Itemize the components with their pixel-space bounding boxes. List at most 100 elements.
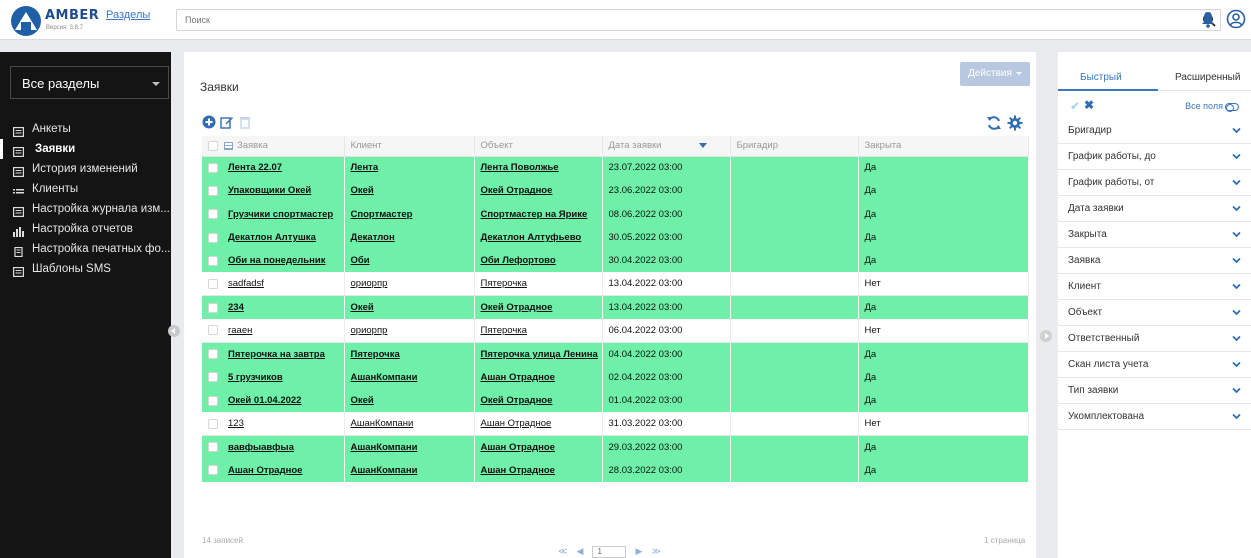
chevron-down-icon[interactable] — [1232, 361, 1241, 368]
cell-client[interactable]: Лента — [344, 156, 475, 180]
cell-object[interactable]: Окей Отрадное — [474, 388, 603, 413]
clear-filter-icon[interactable]: ✖ — [1084, 98, 1094, 112]
filter-field[interactable]: Клиент — [1058, 274, 1251, 300]
cell-client[interactable]: ориорпр — [344, 319, 475, 343]
first-page-icon[interactable]: ≪ — [558, 546, 567, 557]
object-link[interactable]: Лента Поволжье — [481, 162, 559, 173]
cell-client[interactable]: АшанКомпани — [344, 365, 475, 389]
cell-object[interactable]: Спортмастер на Ярике — [474, 202, 603, 226]
cell-request[interactable]: 234 — [202, 295, 345, 320]
cell-request[interactable]: Оби на понедельник — [202, 249, 345, 273]
cell-client[interactable]: ориорпр — [344, 272, 475, 297]
row-checkbox[interactable] — [208, 255, 218, 266]
delete-icon[interactable] — [238, 115, 252, 129]
sections-link[interactable]: Разделы — [106, 9, 150, 21]
request-link[interactable]: sadfadsf — [228, 278, 264, 289]
client-link[interactable]: Лента — [351, 162, 379, 173]
table-row[interactable]: вавфыавфыа АшанКомпани Ашан Отрадное 29.03.… — [202, 435, 1029, 459]
cell-client[interactable]: Пятерочка — [344, 342, 475, 366]
filter-field[interactable]: Закрыта — [1058, 222, 1251, 248]
cell-object[interactable]: Пятерочка — [474, 319, 603, 343]
filter-field[interactable]: Ответственный — [1058, 326, 1251, 352]
filter-field[interactable]: Объект — [1058, 300, 1251, 326]
cell-object[interactable]: Декатлон Алтуфьево — [474, 225, 603, 250]
cell-client[interactable]: Окей — [344, 388, 475, 413]
object-link[interactable]: Пятерочка — [481, 325, 527, 336]
filter-field[interactable]: Тип заявки — [1058, 378, 1251, 404]
request-link[interactable]: Упаковщики Окей — [228, 185, 311, 196]
page-number-input[interactable]: 1 — [592, 546, 627, 558]
row-checkbox[interactable] — [208, 232, 218, 243]
object-link[interactable]: Ашан Отрадное — [481, 442, 555, 453]
column-header-request[interactable]: Заявка — [202, 136, 345, 157]
request-link[interactable]: 234 — [228, 302, 244, 313]
cell-client[interactable]: Спортмастер — [344, 202, 475, 226]
collapse-sidebar-button[interactable] — [168, 325, 180, 337]
actions-button[interactable]: Действия — [960, 62, 1030, 86]
sidebar-item[interactable]: История изменений — [0, 159, 171, 179]
gear-icon[interactable] — [1007, 115, 1023, 131]
client-link[interactable]: Окей — [351, 302, 374, 313]
object-link[interactable]: Ашан Отрадное — [481, 418, 552, 429]
table-row[interactable]: Окей 01.04.2022 Окей Окей Отрадное 01.04.20… — [202, 388, 1029, 413]
table-row[interactable]: Оби на понедельник Оби Оби Лефортово 30.04.… — [202, 249, 1029, 273]
chevron-down-icon[interactable] — [1232, 309, 1241, 316]
chevron-down-icon[interactable] — [1232, 231, 1241, 238]
client-link[interactable]: АшанКомпани — [351, 372, 418, 383]
table-row[interactable]: Грузчики спортмастер Спортмастер Спортмаст… — [202, 202, 1029, 226]
client-link[interactable]: АшанКомпани — [351, 465, 418, 476]
sidebar-item[interactable]: Клиенты — [0, 179, 171, 199]
object-link[interactable]: Окей Отрадное — [481, 302, 553, 313]
cell-request[interactable]: Окей 01.04.2022 — [202, 388, 345, 413]
request-link[interactable]: 123 — [228, 418, 244, 429]
client-link[interactable]: Декатлон — [351, 232, 395, 243]
row-checkbox[interactable] — [208, 209, 218, 220]
cell-object[interactable]: Ашан Отрадное — [474, 412, 603, 437]
cell-request[interactable]: Ашан Отрадное — [202, 458, 345, 483]
refresh-icon[interactable] — [986, 115, 1002, 131]
column-header-object[interactable]: Объект — [474, 136, 603, 157]
client-link[interactable]: ориорпр — [351, 278, 388, 289]
client-link[interactable]: Окей — [351, 185, 374, 196]
cell-object[interactable]: Ашан Отрадное — [474, 435, 603, 459]
table-row[interactable]: 5 грузчиков АшанКомпани Ашан Отрадное 02.04… — [202, 365, 1029, 389]
chevron-down-icon[interactable] — [1232, 413, 1241, 420]
table-row[interactable]: Ашан Отрадное АшанКомпани Ашан Отрадное 28.… — [202, 458, 1029, 483]
bell-icon[interactable] — [1200, 10, 1216, 28]
object-link[interactable]: Окей Отрадное — [481, 185, 553, 196]
cell-object[interactable]: Ашан Отрадное — [474, 458, 603, 483]
request-link[interactable]: вавфыавфыа — [228, 442, 294, 453]
filter-field[interactable]: График работы, от — [1058, 170, 1251, 196]
last-page-icon[interactable]: ≫ — [652, 546, 661, 557]
cell-client[interactable]: АшанКомпани — [344, 458, 475, 483]
app-logo[interactable]: AMBER Разделы Версия: 3.8.7 — [11, 6, 161, 36]
table-row[interactable]: Декатлон Алтушка Декатлон Декатлон Алтуфье… — [202, 225, 1029, 250]
row-checkbox[interactable] — [208, 395, 218, 406]
request-link[interactable]: Ашан Отрадное — [228, 465, 302, 476]
cell-object[interactable]: Окей Отрадное — [474, 179, 603, 203]
cell-client[interactable]: Оби — [344, 249, 475, 273]
table-row[interactable]: Упаковщики Окей Окей Окей Отрадное 23.06.20… — [202, 179, 1029, 203]
edit-icon[interactable] — [220, 115, 234, 129]
cell-client[interactable]: Окей — [344, 179, 475, 203]
table-row[interactable]: Пятерочка на завтра Пятерочка Пятерочка ул… — [202, 342, 1029, 366]
filter-field[interactable]: Бригадир — [1058, 118, 1251, 144]
cell-object[interactable]: Пятерочка — [474, 272, 603, 297]
request-link[interactable]: Грузчики спортмастер — [228, 209, 333, 220]
cell-request[interactable]: Декатлон Алтушка — [202, 225, 345, 250]
table-row[interactable]: sadfadsf ориорпр Пятерочка 13.04.2022 03:00… — [202, 272, 1029, 297]
column-header-client[interactable]: Клиент — [344, 136, 475, 157]
object-link[interactable]: Ашан Отрадное — [481, 372, 555, 383]
filter-field[interactable]: Заявка — [1058, 248, 1251, 274]
prev-page-icon[interactable]: ◀ — [576, 546, 583, 557]
row-checkbox[interactable] — [208, 302, 218, 313]
cell-request[interactable]: Упаковщики Окей — [202, 179, 345, 203]
client-link[interactable]: Окей — [351, 395, 374, 406]
client-link[interactable]: Спортмастер — [351, 209, 413, 220]
client-link[interactable]: АшанКомпани — [351, 418, 414, 429]
request-link[interactable]: Декатлон Алтушка — [228, 232, 316, 243]
row-checkbox[interactable] — [208, 465, 218, 476]
apply-filter-icon[interactable]: ✔ — [1070, 99, 1080, 113]
user-account-icon[interactable] — [1226, 9, 1246, 29]
object-link[interactable]: Окей Отрадное — [481, 395, 553, 406]
